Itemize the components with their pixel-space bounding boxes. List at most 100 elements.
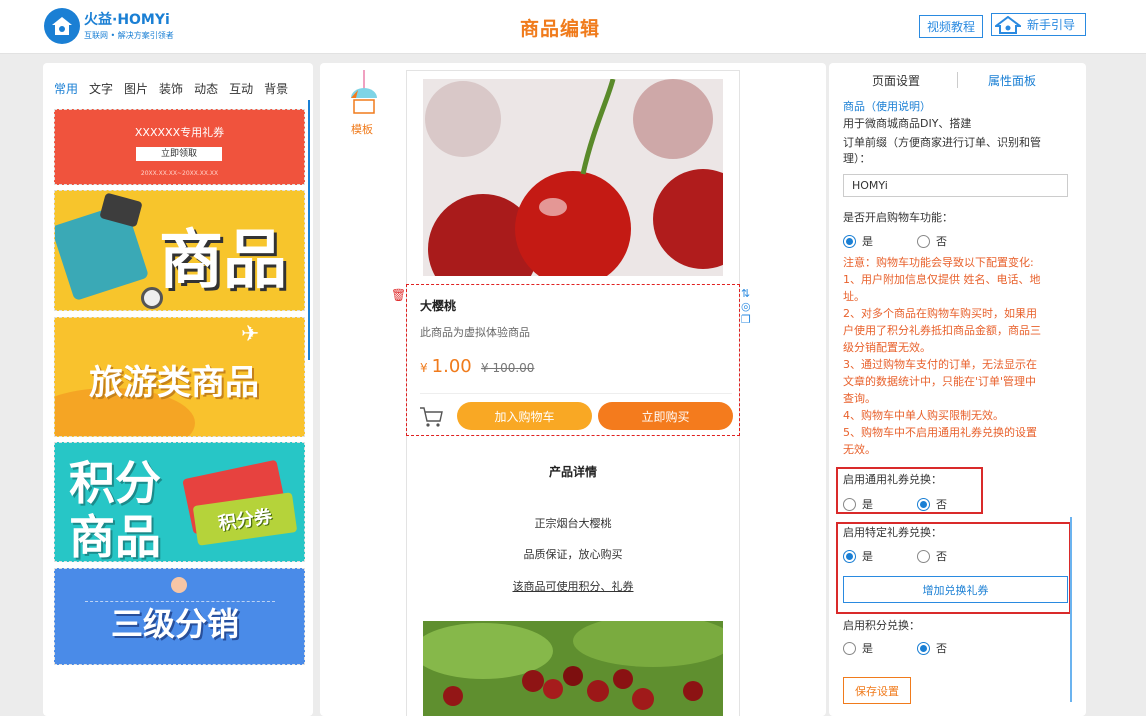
save-settings-button[interactable]: 保存设置 — [843, 677, 911, 704]
coupon-tile-button: 立即领取 — [136, 147, 222, 161]
radio-selected-icon — [917, 497, 930, 511]
general-coupon-label: 启用通用礼券兑换： — [843, 473, 942, 486]
tab-page-settings[interactable]: 页面设置 — [872, 72, 920, 89]
detail-title: 产品详情 — [548, 465, 597, 479]
tab-dynamic[interactable]: 动态 — [194, 80, 218, 96]
tab-image[interactable]: 图片 — [124, 80, 148, 96]
cart-note: 文章的数据统计中，只能在'订单'管理中 — [843, 375, 1037, 388]
buy-now-button[interactable]: 立即购买 — [598, 402, 733, 430]
goods-component-tile[interactable]: 商品 — [54, 190, 305, 311]
settings-icon[interactable]: ◎ — [741, 300, 755, 313]
divider — [420, 393, 732, 394]
cart-no-radio[interactable]: 否 — [917, 233, 947, 249]
left-scrollbar[interactable] — [308, 100, 310, 360]
brand-name: 火益·HOMYi — [84, 12, 170, 28]
travel-goods-component-tile[interactable]: ✈ 旅游类商品 — [54, 317, 305, 437]
cart-note: 级分销配置无效。 — [843, 341, 931, 354]
radio-label: 是 — [862, 498, 873, 511]
order-prefix-input[interactable] — [843, 174, 1068, 197]
shopping-cart-icon[interactable] — [419, 405, 445, 429]
cart-note: 4、购物车中单人购买限制无效。 — [843, 409, 1004, 422]
trash-icon[interactable]: 🗑 — [391, 288, 406, 302]
radio-selected-icon — [843, 549, 856, 563]
cart-note: 户使用了积分礼券抵扣商品金额，商品三 — [843, 324, 1041, 337]
video-tutorial-button[interactable]: 视频教程 — [919, 15, 983, 38]
radio-icon — [917, 234, 930, 248]
radio-label: 否 — [936, 235, 947, 248]
copy-icon[interactable]: ❐ — [741, 313, 755, 326]
radio-selected-icon — [843, 234, 856, 248]
goods-usage-link[interactable]: 商品（使用说明） — [843, 98, 931, 115]
detail-line: 品质保证，放心购买 — [523, 548, 623, 561]
distribution-component-tile[interactable]: 三级分销 — [54, 568, 305, 665]
points-tile-text-2: 商品 — [69, 510, 161, 562]
detail-line: 正宗烟台大樱桃 — [534, 517, 612, 530]
order-prefix-label: 订单前缀（方便商家进行订单、识别和管 — [843, 136, 1041, 149]
beginner-guide-button[interactable]: 新手引导 — [991, 13, 1086, 36]
component-tabs: 常用 文字 图片 装饰 动态 互动 背景 — [54, 80, 314, 96]
tab-common[interactable]: 常用 — [54, 80, 78, 96]
specific-coupon-no-radio[interactable]: 否 — [917, 548, 947, 564]
cart-note: 5、购物车中不启用通用礼券兑换的设置 — [843, 426, 1037, 439]
radio-label: 是 — [862, 642, 873, 655]
homyi-logo-icon — [44, 8, 80, 44]
tab-decoration[interactable]: 装饰 — [159, 80, 183, 96]
radio-icon — [843, 641, 856, 655]
move-icon[interactable]: ⇅ — [741, 287, 755, 300]
cherry-tree-image — [423, 621, 723, 716]
specific-coupon-yes-radio[interactable]: 是 — [843, 548, 873, 564]
template-label[interactable]: 模板 — [351, 121, 373, 137]
product-price: ¥1.00 — [420, 356, 472, 377]
points-goods-component-tile[interactable]: 积分 商品 积分券 — [54, 442, 305, 562]
cart-note: 注意：购物车功能会导致以下配置变化: — [843, 256, 1034, 269]
tab-properties[interactable]: 属性面板 — [988, 72, 1036, 89]
tab-text[interactable]: 文字 — [89, 80, 113, 96]
page-title: 商品编辑 — [520, 18, 601, 40]
cart-toggle-label: 是否开启购物车功能： — [843, 211, 953, 224]
cart-note: 查询。 — [843, 392, 876, 405]
home-guide-icon — [995, 15, 1021, 34]
points-exchange-label: 启用积分兑换： — [843, 619, 920, 632]
component-tools: ⇅ ◎ ❐ — [741, 287, 755, 326]
person-icon — [171, 577, 187, 593]
cart-note: 址。 — [843, 290, 865, 303]
brand-tagline: 互联网 • 解决方案引领者 — [84, 31, 174, 40]
radio-label: 否 — [936, 550, 947, 563]
price-value: 1.00 — [431, 356, 472, 377]
guide-label: 新手引导 — [1027, 18, 1076, 32]
airplane-icon: ✈ — [241, 322, 260, 347]
cart-yes-radio[interactable]: 是 — [843, 233, 873, 249]
general-coupon-yes-radio[interactable]: 是 — [843, 496, 873, 512]
tab-separator — [957, 72, 958, 88]
radio-selected-icon — [917, 641, 930, 655]
cart-note: 3、通过购物车支付的订单，无法显示在 — [843, 358, 1037, 371]
coupon-tile-title: XXXXXX专用礼券 — [134, 126, 225, 139]
cart-note: 2、对多个商品在购物车购买时，如果用 — [843, 307, 1037, 320]
original-price: ¥ 100.00 — [481, 361, 535, 375]
tab-background[interactable]: 背景 — [264, 80, 288, 96]
distribution-tile-text: 三级分销 — [111, 605, 240, 643]
tab-interaction[interactable]: 互动 — [229, 80, 253, 96]
radio-icon — [917, 549, 930, 563]
coupon-component-tile[interactable]: XXXXXX专用礼券 立即领取 20XX.XX.XX~20XX.XX.XX — [54, 109, 305, 185]
radio-label: 是 — [862, 550, 873, 563]
points-no-radio[interactable]: 否 — [917, 640, 947, 656]
add-to-cart-button[interactable]: 加入购物车 — [457, 402, 592, 430]
general-coupon-no-radio[interactable]: 否 — [917, 496, 947, 512]
right-scrollbar[interactable] — [1070, 517, 1072, 702]
radio-label: 否 — [936, 498, 947, 511]
product-description: 此商品为虚拟体验商品 — [420, 326, 530, 339]
travel-tile-text: 旅游类商品 — [89, 363, 259, 403]
template-icon[interactable] — [349, 70, 379, 118]
cart-note: 1、用户附加信息仅提供 姓名、电话、地 — [843, 273, 1041, 286]
specific-coupon-label: 启用特定礼券兑换： — [843, 526, 942, 539]
points-yes-radio[interactable]: 是 — [843, 640, 873, 656]
radio-label: 否 — [936, 642, 947, 655]
goods-tile-text: 商品 — [159, 224, 287, 298]
coupon-tile-date: 20XX.XX.XX~20XX.XX.XX — [140, 170, 219, 177]
goods-description: 用于微商城商品DIY、搭建 — [843, 117, 972, 130]
product-name: 大樱桃 — [420, 299, 457, 313]
order-prefix-label-cont: 理）： — [843, 152, 871, 165]
cart-note: 无效。 — [843, 443, 876, 456]
add-exchange-coupon-button[interactable]: 增加兑换礼券 — [843, 576, 1068, 603]
